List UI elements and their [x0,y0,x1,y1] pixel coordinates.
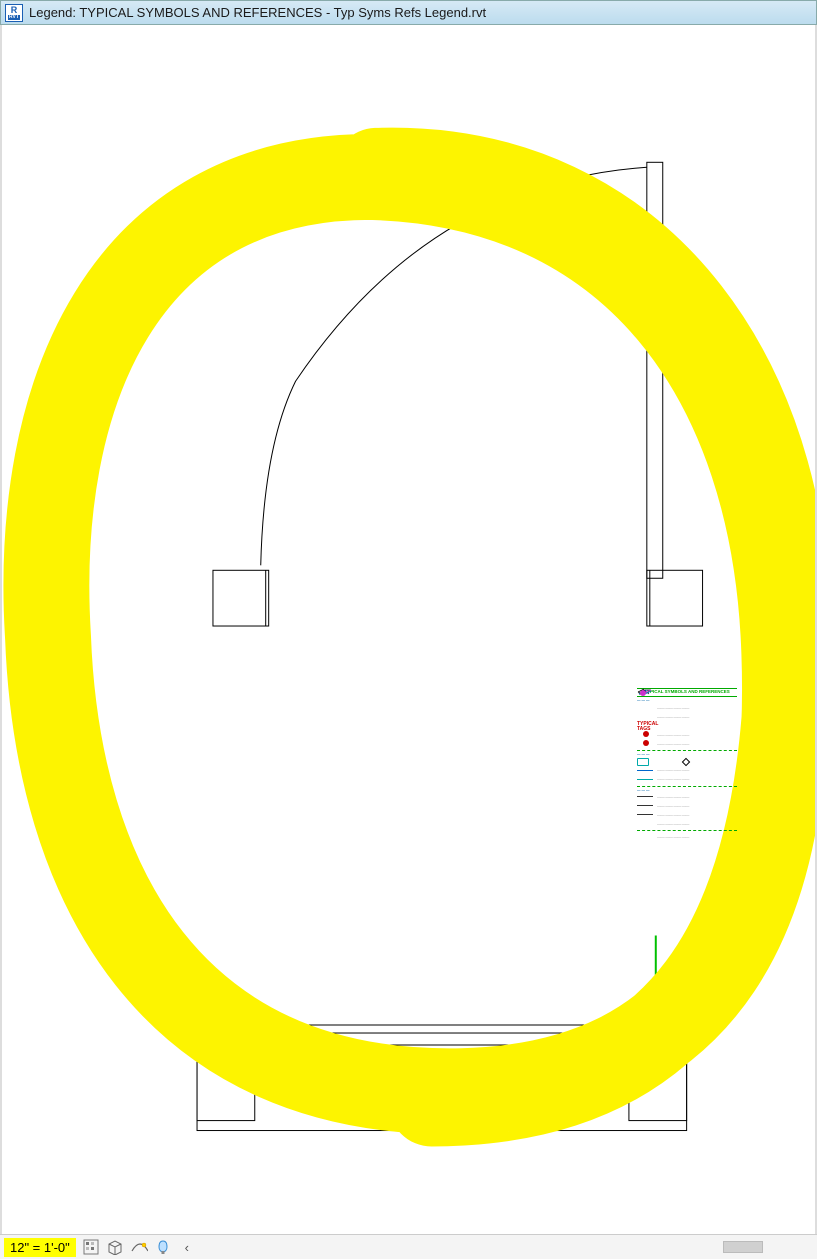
view-title: Legend: TYPICAL SYMBOLS AND REFERENCES -… [29,5,486,20]
expand-controls-button[interactable]: ‹ [178,1238,196,1256]
inserted-legend-preview[interactable]: TYPICAL SYMBOLS AND REFERENCES — — — —— … [637,688,737,938]
view-scale-selector[interactable]: 12" = 1'-0" [4,1238,76,1257]
reveal-hidden-icon[interactable] [154,1238,172,1256]
visual-style-icon[interactable] [106,1238,124,1256]
drawing-canvas[interactable]: TYPICAL SYMBOLS AND REFERENCES — — — —— … [0,25,817,1234]
revit-app-icon: R RVT [5,4,23,22]
detail-level-icon[interactable] [82,1238,100,1256]
app-icon-rvt: RVT [8,15,20,20]
view-titlebar: R RVT Legend: TYPICAL SYMBOLS AND REFERE… [0,0,817,25]
horizontal-scrollbar-thumb[interactable] [723,1241,763,1253]
drawing-svg [2,25,815,1234]
sun-path-icon[interactable] [130,1238,148,1256]
legend-preview-row: —— —— —— —— [637,833,737,841]
view-control-bar: 12" = 1'-0" ‹ [0,1234,817,1259]
